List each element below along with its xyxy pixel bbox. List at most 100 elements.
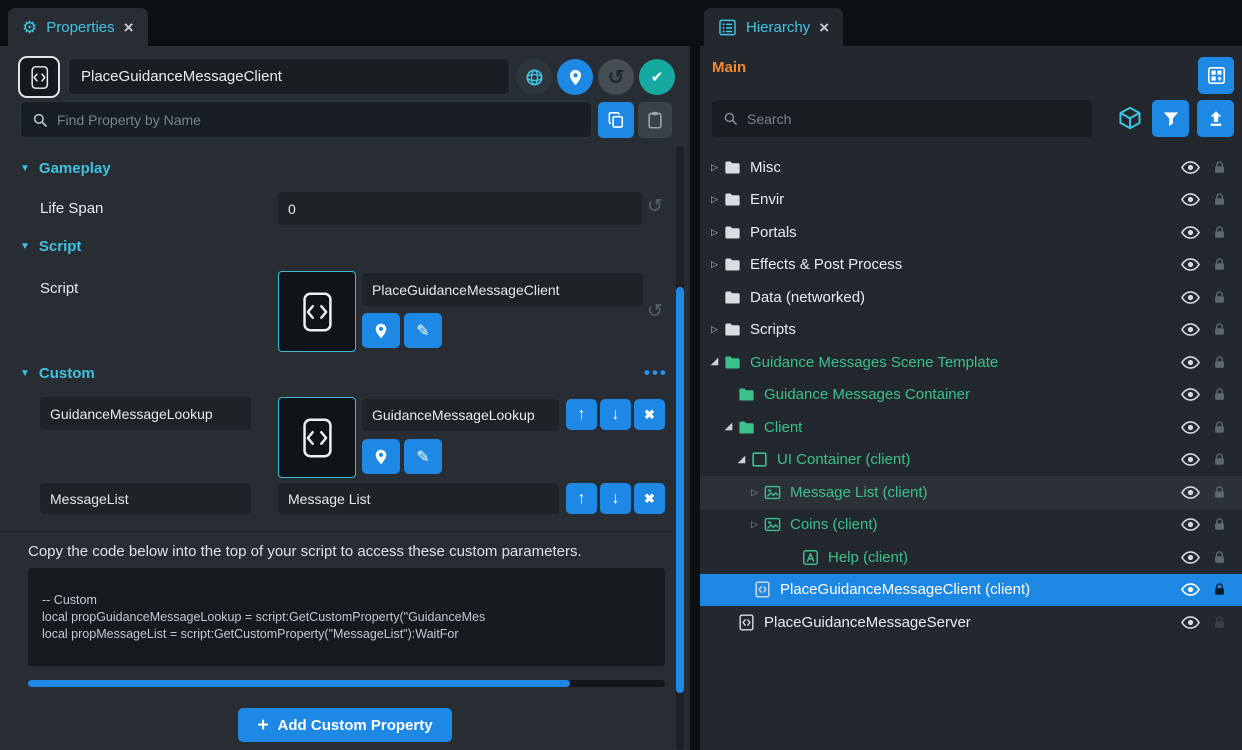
paste-properties-button[interactable] — [638, 102, 672, 138]
lock-icon[interactable] — [1211, 419, 1228, 436]
export-up-button[interactable] — [1197, 100, 1234, 137]
lock-icon[interactable] — [1211, 549, 1228, 566]
lock-icon[interactable] — [1211, 224, 1228, 241]
section-gameplay[interactable]: ▼ Gameplay — [20, 160, 111, 177]
visibility-eye-icon[interactable] — [1180, 254, 1201, 275]
add-custom-property-button[interactable]: + Add Custom Property — [238, 708, 452, 742]
close-icon[interactable]: × — [819, 19, 829, 36]
tree-row-guidance-scene-template[interactable]: ◢ Guidance Messages Scene Template — [700, 346, 1242, 379]
tree-row-guidance-container[interactable]: Guidance Messages Container — [700, 379, 1242, 412]
expand-collapsed-icon[interactable]: ▷ — [751, 488, 758, 497]
vertical-scrollbar-thumb[interactable] — [676, 287, 684, 693]
section-custom[interactable]: ▼ Custom — [20, 365, 95, 382]
expand-collapsed-icon[interactable]: ▷ — [751, 520, 758, 529]
expand-collapsed-icon[interactable]: ▷ — [711, 325, 718, 334]
horizontal-scrollbar-thumb[interactable] — [28, 680, 570, 687]
visibility-eye-icon[interactable] — [1180, 222, 1201, 243]
tab-hierarchy[interactable]: Hierarchy × — [704, 8, 843, 46]
custom-menu-dots[interactable]: ••• — [644, 363, 668, 383]
locate-in-hierarchy-button[interactable] — [557, 59, 593, 95]
create-template-button[interactable] — [1198, 57, 1234, 94]
network-button[interactable] — [516, 59, 552, 95]
cube-filter-icon[interactable] — [1117, 105, 1143, 131]
apply-button[interactable]: ✔ — [639, 59, 675, 95]
move-param-up-button[interactable]: ↑ — [566, 399, 597, 430]
expand-expanded-icon[interactable]: ◢ — [711, 357, 719, 367]
find-script-button[interactable] — [362, 313, 400, 348]
lock-icon[interactable] — [1211, 191, 1228, 208]
tree-row-message-list[interactable]: ▷ Message List (client) — [700, 476, 1242, 509]
move-param-down-button[interactable]: ↓ — [600, 399, 631, 430]
collapse-triangle-icon[interactable]: ▼ — [20, 242, 30, 252]
property-search-box[interactable] — [20, 101, 592, 138]
custom-param-name[interactable]: MessageList — [40, 483, 251, 514]
expand-collapsed-icon[interactable]: ▷ — [711, 228, 718, 237]
lock-icon[interactable] — [1211, 614, 1228, 631]
tree-row-data-networked[interactable]: Data (networked) — [700, 281, 1242, 314]
lock-icon[interactable] — [1211, 581, 1228, 598]
lock-icon[interactable] — [1211, 256, 1228, 273]
tree-row-misc[interactable]: ▷ Misc — [700, 151, 1242, 184]
reset-icon[interactable]: ↺ — [647, 302, 663, 321]
revert-button[interactable]: ↺ — [598, 59, 634, 95]
tree-row-effects[interactable]: ▷ Effects & Post Process — [700, 249, 1242, 282]
close-icon[interactable]: × — [124, 19, 134, 36]
visibility-eye-icon[interactable] — [1180, 482, 1201, 503]
visibility-eye-icon[interactable] — [1180, 384, 1201, 405]
hierarchy-search-input[interactable] — [747, 111, 1082, 127]
tree-row-place-guidance-server[interactable]: PlaceGuidanceMessageServer — [700, 606, 1242, 639]
expand-expanded-icon[interactable]: ◢ — [725, 422, 733, 432]
edit-asset-button[interactable]: ✎ — [404, 439, 442, 474]
tree-row-coins[interactable]: ▷ Coins (client) — [700, 509, 1242, 542]
life-span-input[interactable] — [278, 192, 642, 225]
expand-collapsed-icon[interactable]: ▷ — [711, 163, 718, 172]
custom-param-value-field[interactable]: GuidanceMessageLookup — [362, 399, 559, 431]
expand-expanded-icon[interactable]: ◢ — [738, 455, 746, 465]
move-param-up-button[interactable]: ↑ — [566, 483, 597, 514]
lock-icon[interactable] — [1211, 484, 1228, 501]
script-asset-field[interactable]: PlaceGuidanceMessageClient — [362, 273, 643, 306]
visibility-eye-icon[interactable] — [1180, 449, 1201, 470]
lock-icon[interactable] — [1211, 159, 1228, 176]
visibility-eye-icon[interactable] — [1180, 547, 1201, 568]
custom-param-asset-thumbnail[interactable] — [278, 397, 356, 478]
tree-row-help[interactable]: Help (client) — [700, 541, 1242, 574]
delete-param-button[interactable]: ✖ — [634, 483, 665, 514]
visibility-eye-icon[interactable] — [1180, 579, 1201, 600]
lock-icon[interactable] — [1211, 451, 1228, 468]
visibility-eye-icon[interactable] — [1180, 157, 1201, 178]
move-param-down-button[interactable]: ↓ — [600, 483, 631, 514]
custom-param-value-field[interactable]: Message List — [278, 483, 559, 514]
tree-row-ui-container[interactable]: ◢ UI Container (client) — [700, 444, 1242, 477]
visibility-eye-icon[interactable] — [1180, 352, 1201, 373]
tab-properties[interactable]: ⚙ Properties × — [8, 8, 148, 46]
tree-row-envir[interactable]: ▷ Envir — [700, 184, 1242, 217]
tree-row-client[interactable]: ◢ Client — [700, 411, 1242, 444]
edit-script-button[interactable]: ✎ — [404, 313, 442, 348]
collapse-triangle-icon[interactable]: ▼ — [20, 164, 30, 174]
lock-icon[interactable] — [1211, 354, 1228, 371]
expand-collapsed-icon[interactable]: ▷ — [711, 195, 718, 204]
script-asset-thumbnail[interactable] — [278, 271, 356, 352]
copy-properties-button[interactable] — [598, 102, 634, 138]
tree-row-place-guidance-client[interactable]: PlaceGuidanceMessageClient (client) — [700, 574, 1242, 607]
lock-icon[interactable] — [1211, 321, 1228, 338]
lock-icon[interactable] — [1211, 516, 1228, 533]
find-asset-button[interactable] — [362, 439, 400, 474]
visibility-eye-icon[interactable] — [1180, 319, 1201, 340]
visibility-eye-icon[interactable] — [1180, 287, 1201, 308]
object-name-input[interactable] — [68, 58, 510, 95]
expand-collapsed-icon[interactable]: ▷ — [711, 260, 718, 269]
visibility-eye-icon[interactable] — [1180, 612, 1201, 633]
hierarchy-search-box[interactable] — [712, 100, 1092, 137]
visibility-eye-icon[interactable] — [1180, 417, 1201, 438]
section-script[interactable]: ▼ Script — [20, 238, 81, 255]
visibility-eye-icon[interactable] — [1180, 514, 1201, 535]
tree-row-portals[interactable]: ▷ Portals — [700, 216, 1242, 249]
delete-param-button[interactable]: ✖ — [634, 399, 665, 430]
tree-row-scripts[interactable]: ▷ Scripts — [700, 314, 1242, 347]
property-search-input[interactable] — [57, 112, 581, 128]
collapse-triangle-icon[interactable]: ▼ — [20, 369, 30, 379]
lock-icon[interactable] — [1211, 386, 1228, 403]
reset-icon[interactable]: ↺ — [647, 197, 663, 216]
